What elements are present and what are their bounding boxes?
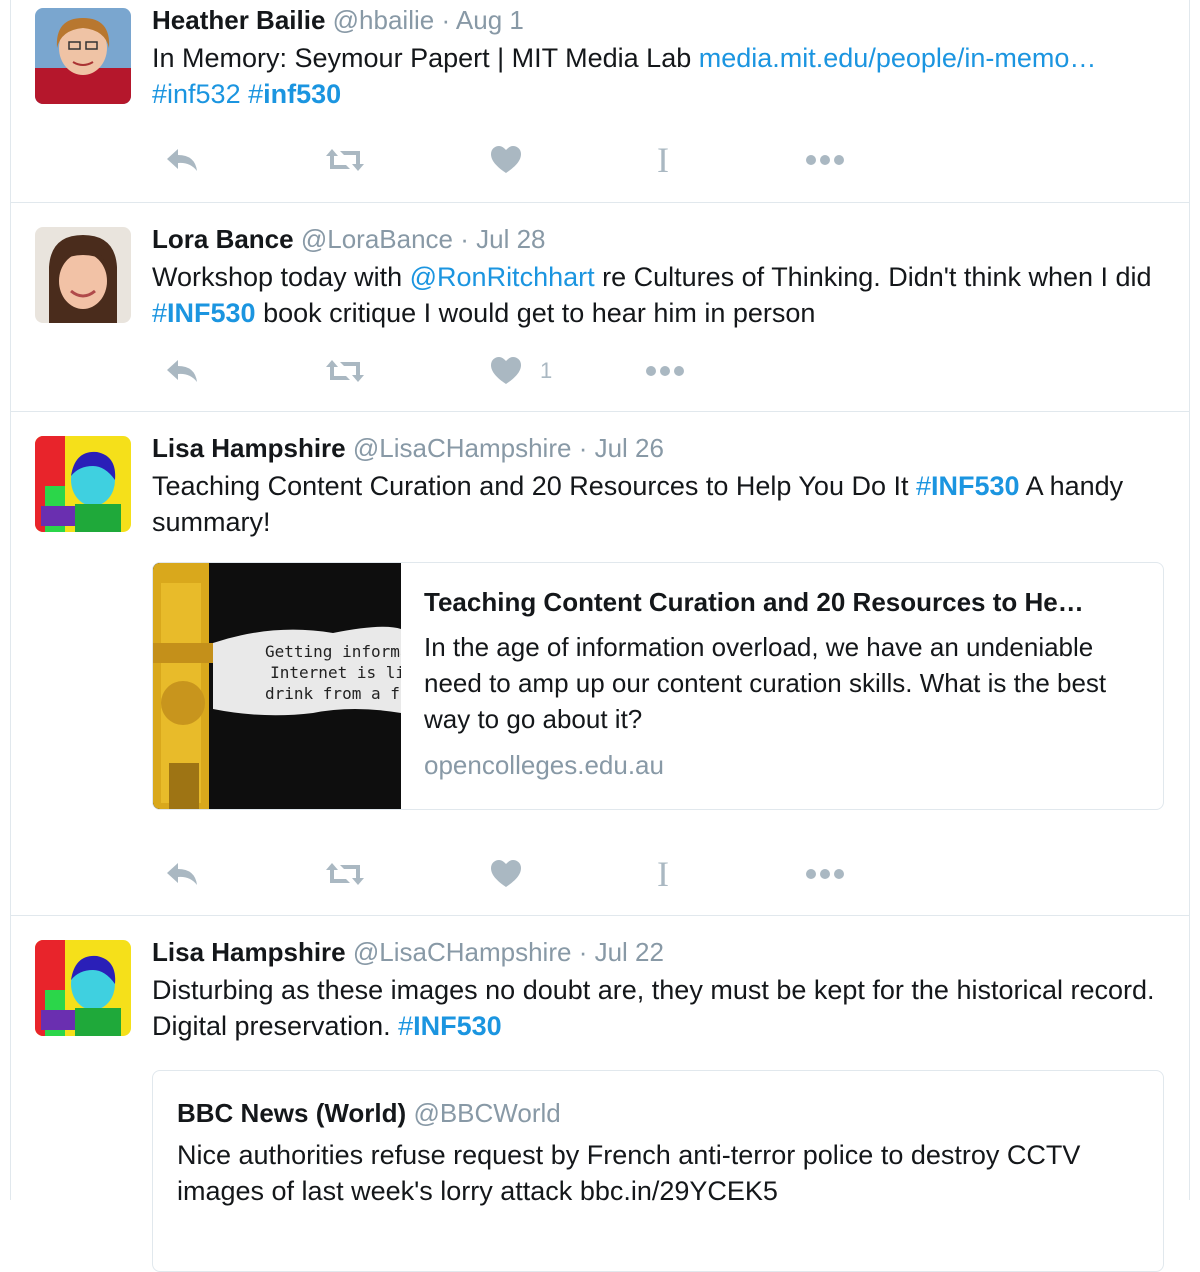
- text-cursor-button[interactable]: I: [657, 140, 669, 180]
- reply-button[interactable]: [164, 140, 200, 180]
- like-count: 1: [540, 358, 553, 383]
- retweet-icon: [326, 360, 364, 382]
- tweet-text: In Memory: Seymour Papert | MIT Media La…: [152, 43, 1097, 109]
- hashtag[interactable]: #inf532: [152, 79, 241, 109]
- avatar[interactable]: [35, 436, 131, 532]
- separator: ·: [578, 937, 588, 967]
- quoted-tweet[interactable]: BBC News (World) @BBCWorld Nice authorit…: [152, 1070, 1164, 1272]
- text-cursor-icon: I: [657, 854, 669, 894]
- quoted-author-name[interactable]: BBC News (World): [177, 1098, 406, 1128]
- more-button[interactable]: [645, 351, 685, 391]
- hashtag[interactable]: #INF530: [916, 471, 1020, 501]
- reply-button[interactable]: [164, 351, 200, 391]
- heart-icon: [491, 860, 521, 887]
- tweet[interactable]: Lisa Hampshire @LisaCHampshire · Jul 26 …: [11, 412, 1189, 916]
- hashtag[interactable]: #inf530: [248, 79, 341, 109]
- reply-icon: [167, 360, 197, 382]
- separator: ·: [460, 224, 469, 254]
- mention[interactable]: @RonRitchhart: [410, 262, 595, 292]
- quoted-author-handle[interactable]: @BBCWorld: [413, 1098, 560, 1128]
- avatar[interactable]: [35, 940, 131, 1036]
- more-icon: [806, 869, 844, 879]
- link-card[interactable]: Getting informat Internet is li drink fr…: [152, 562, 1164, 810]
- author-name[interactable]: Heather Bailie: [152, 5, 325, 35]
- tweet-date[interactable]: Jul 28: [476, 224, 545, 254]
- card-description: In the age of information overload, we h…: [424, 632, 1107, 734]
- quoted-link[interactable]: bbc.in/29YCEK5: [580, 1176, 778, 1206]
- tweet-date[interactable]: Jul 22: [595, 937, 664, 967]
- author-name[interactable]: Lisa Hampshire: [152, 937, 346, 967]
- author-handle[interactable]: @LoraBance: [301, 224, 453, 254]
- like-button[interactable]: [490, 854, 532, 894]
- heart-icon: [491, 146, 521, 173]
- more-icon: [646, 366, 684, 376]
- retweet-button[interactable]: [324, 854, 366, 894]
- like-button[interactable]: [490, 140, 532, 180]
- hashtag[interactable]: #INF530: [398, 1011, 502, 1041]
- tweet[interactable]: Heather Bailie @hbailie · Aug 1 In Memor…: [11, 0, 1189, 203]
- tweet-actions: I: [152, 140, 872, 180]
- retweet-icon: [326, 863, 364, 885]
- tweet-text: Teaching Content Curation and 20 Resourc…: [152, 471, 1124, 537]
- text-cursor-icon: I: [657, 140, 669, 180]
- author-handle[interactable]: @LisaCHampshire: [353, 937, 572, 967]
- tweet-actions: 1: [152, 351, 872, 391]
- tweet-link[interactable]: media.mit.edu/people/in-memo…: [699, 43, 1097, 73]
- card-image-caption: Getting informat Internet is li drink fr…: [265, 642, 401, 703]
- separator: ·: [441, 5, 451, 35]
- tweet-actions: I: [152, 854, 872, 894]
- card-title[interactable]: Teaching Content Curation and 20 Resourc…: [424, 585, 1139, 619]
- separator: ·: [578, 433, 588, 463]
- like-button[interactable]: 1: [490, 351, 552, 391]
- author-name[interactable]: Lisa Hampshire: [152, 433, 346, 463]
- card-body: Teaching Content Curation and 20 Resourc…: [424, 585, 1144, 783]
- tweet[interactable]: Lora Bance @LoraBance · Jul 28 Workshop …: [11, 203, 1189, 412]
- avatar[interactable]: [35, 227, 131, 323]
- tweet-date[interactable]: Aug 1: [456, 5, 524, 35]
- tweet-text: Disturbing as these images no doubt are,…: [152, 975, 1170, 1041]
- avatar[interactable]: [35, 8, 131, 104]
- quoted-tweet-text: Nice authorities refuse request by Frenc…: [177, 1140, 1081, 1206]
- retweet-icon: [326, 149, 364, 171]
- reply-icon: [167, 863, 197, 885]
- text-cursor-button[interactable]: I: [657, 854, 669, 894]
- retweet-button[interactable]: [324, 140, 366, 180]
- more-icon: [806, 155, 844, 165]
- timeline: Heather Bailie @hbailie · Aug 1 In Memor…: [10, 0, 1190, 1272]
- tweet-text: Workshop today with @RonRitchhart re Cul…: [152, 262, 1152, 328]
- tweet-date[interactable]: Jul 26: [595, 433, 664, 463]
- author-handle[interactable]: @hbailie: [333, 5, 435, 35]
- author-name[interactable]: Lora Bance: [152, 224, 294, 254]
- reply-button[interactable]: [164, 854, 200, 894]
- more-button[interactable]: [805, 140, 845, 180]
- more-button[interactable]: [805, 854, 845, 894]
- card-domain[interactable]: opencolleges.edu.au: [424, 747, 1144, 783]
- hashtag[interactable]: #INF530: [152, 298, 256, 328]
- tweet[interactable]: Lisa Hampshire @LisaCHampshire · Jul 22 …: [11, 916, 1189, 1272]
- author-handle[interactable]: @LisaCHampshire: [353, 433, 572, 463]
- retweet-button[interactable]: [324, 351, 366, 391]
- card-image: Getting informat Internet is li drink fr…: [153, 563, 401, 809]
- heart-icon: [491, 357, 521, 384]
- reply-icon: [167, 149, 197, 171]
